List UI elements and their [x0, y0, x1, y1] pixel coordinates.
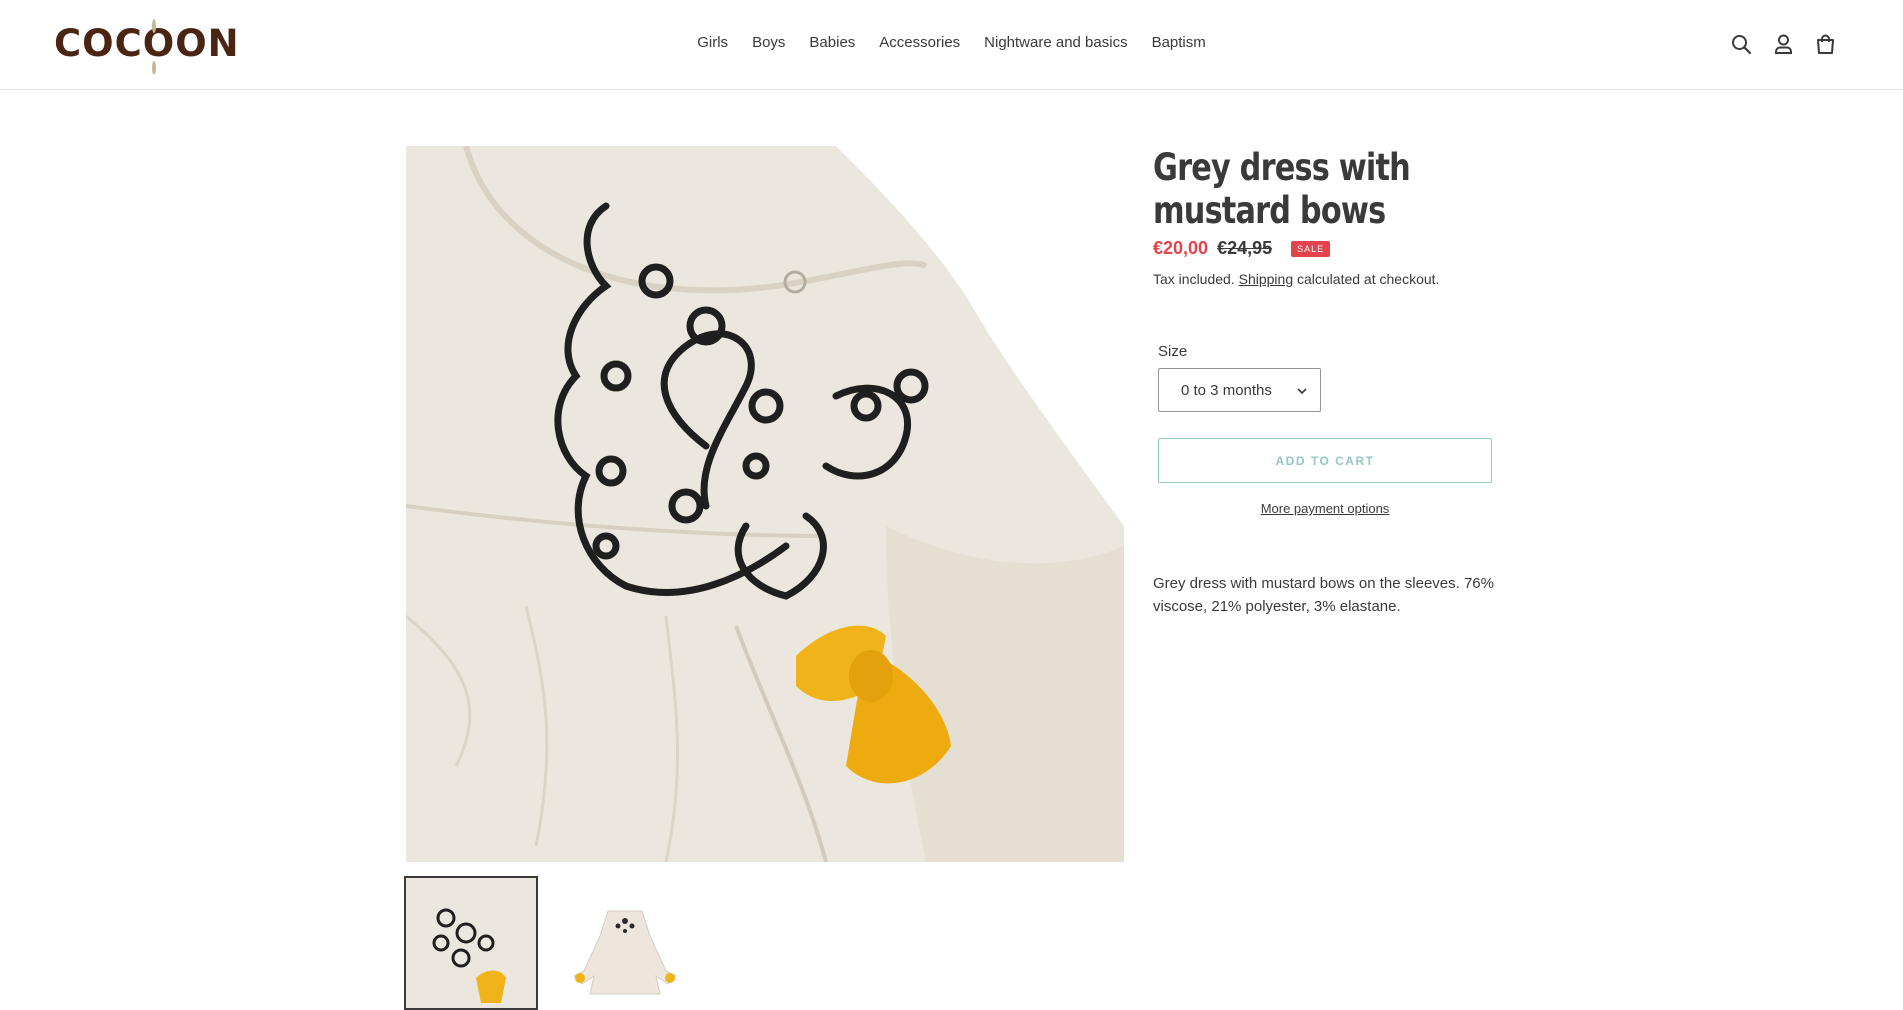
nav-accessories[interactable]: Accessories	[879, 34, 960, 51]
tax-suffix: calculated at checkout.	[1297, 271, 1440, 287]
cart-icon[interactable]	[1814, 33, 1837, 56]
add-to-cart-button[interactable]: ADD TO CART	[1158, 438, 1492, 483]
thumbnail-2[interactable]	[558, 876, 692, 1010]
product-main-image[interactable]	[406, 146, 1124, 862]
search-icon[interactable]	[1730, 33, 1753, 56]
nav-babies[interactable]: Babies	[809, 34, 855, 51]
product-description: Grey dress with mustard bows on the slee…	[1153, 575, 1494, 615]
tax-note: Tax included. Shipping calculated at che…	[1153, 271, 1503, 287]
thumbnail-list	[404, 876, 692, 1010]
size-label: Size	[1158, 343, 1188, 360]
size-select[interactable]: 0 to 3 months	[1158, 368, 1321, 412]
nav-nightware[interactable]: Nightware and basics	[984, 34, 1127, 51]
tax-prefix: Tax included.	[1153, 271, 1235, 287]
thumbnail-1[interactable]	[404, 876, 538, 1010]
shipping-link[interactable]: Shipping	[1239, 271, 1294, 287]
main-nav: Girls Boys Babies Accessories Nightware …	[0, 34, 1903, 51]
sale-badge: SALE	[1291, 240, 1331, 257]
site-header: COCOON Girls Boys Babies Accessories Nig…	[0, 0, 1903, 90]
more-payment-options-link[interactable]: More payment options	[1158, 501, 1492, 516]
price-row: €20,00 €24,95 SALE	[1153, 238, 1503, 259]
nav-girls[interactable]: Girls	[697, 34, 728, 51]
chevron-down-icon	[1297, 382, 1307, 399]
regular-price: €24,95	[1217, 238, 1273, 258]
product-info: Grey dress with mustard bows €20,00 €24,…	[1153, 146, 1503, 618]
header-icons	[1730, 33, 1837, 56]
account-icon[interactable]	[1772, 33, 1795, 56]
nav-baptism[interactable]: Baptism	[1152, 34, 1206, 51]
nav-boys[interactable]: Boys	[752, 34, 785, 51]
size-select-value: 0 to 3 months	[1181, 381, 1272, 399]
product-title: Grey dress with mustard bows	[1153, 146, 1411, 232]
sale-price: €20,00	[1153, 238, 1209, 258]
